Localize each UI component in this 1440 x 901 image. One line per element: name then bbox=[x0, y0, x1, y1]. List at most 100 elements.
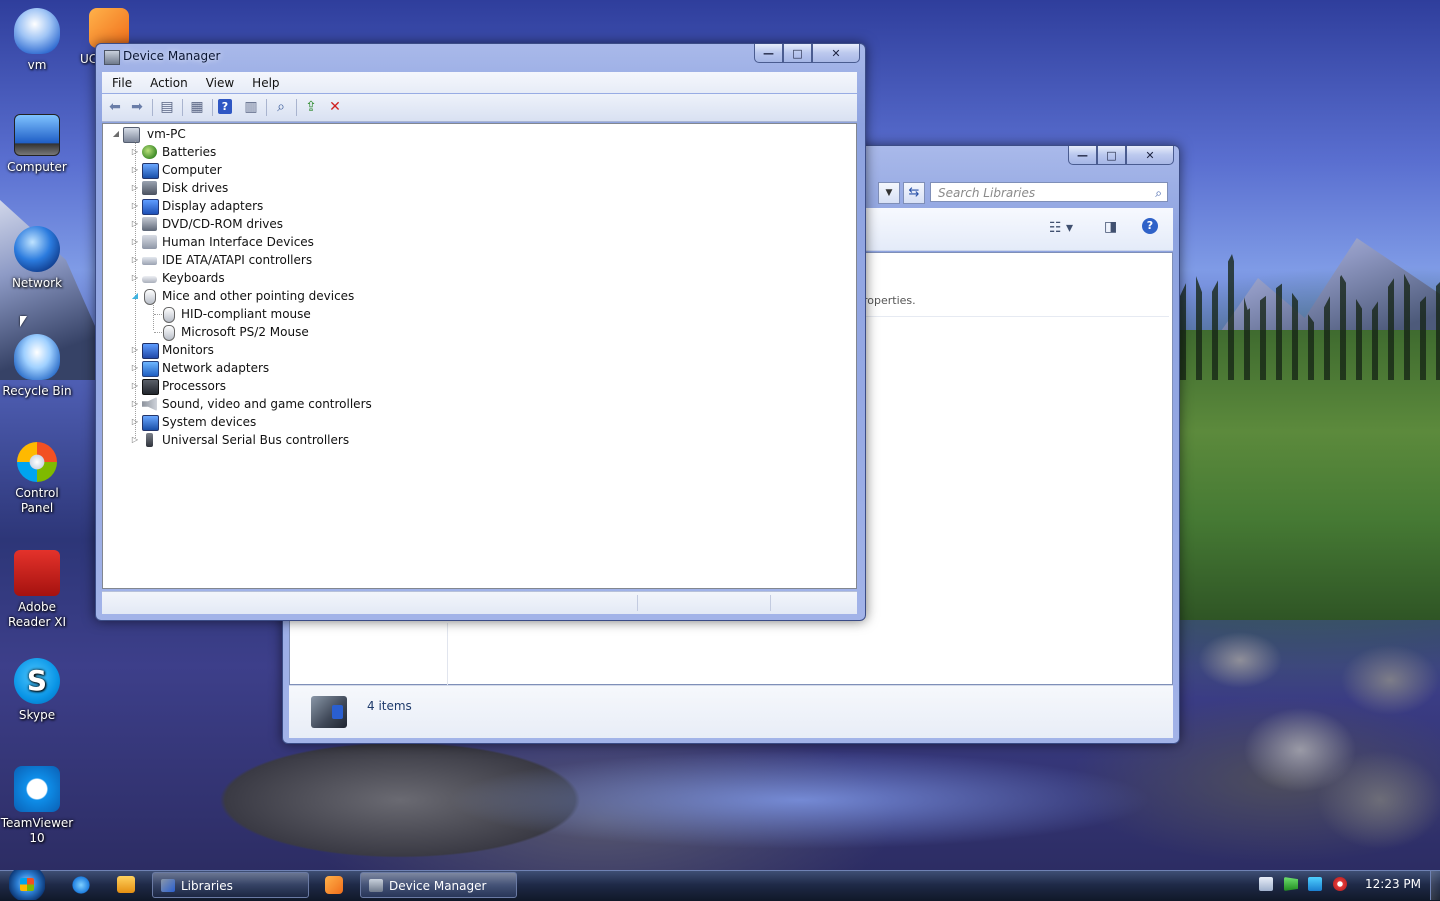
computer-icon bbox=[123, 127, 140, 143]
system-device-icon bbox=[142, 415, 159, 431]
expand-icon[interactable]: ▷ bbox=[130, 251, 140, 269]
device-tree[interactable]: ◢ vm-PC ▷ Batteries ▷ Computer ▷ Disk dr… bbox=[102, 123, 857, 589]
tree-item-label: Network adapters bbox=[162, 361, 270, 375]
desktop-icon-adobe-reader[interactable]: Adobe Reader XI bbox=[0, 550, 74, 630]
desktop-icon-vm[interactable]: vm bbox=[0, 8, 74, 73]
tray-app-icon[interactable] bbox=[1259, 877, 1273, 891]
clock[interactable]: 12:23 PM bbox=[1365, 877, 1421, 891]
expand-icon[interactable]: ▷ bbox=[130, 359, 140, 377]
libraries-icon bbox=[311, 696, 347, 728]
desktop-icon-recycle-bin[interactable]: Recycle Bin bbox=[0, 334, 74, 399]
menu-action[interactable]: Action bbox=[140, 76, 196, 90]
tree-root-label: vm-PC bbox=[147, 127, 186, 141]
tree-item-label: Sound, video and game controllers bbox=[162, 397, 372, 411]
internet-explorer-icon[interactable] bbox=[70, 875, 92, 895]
device-manager-window[interactable]: Device Manager — □ ✕ File Action View He… bbox=[95, 43, 866, 621]
action-center-flag-icon[interactable] bbox=[1284, 877, 1298, 891]
preview-pane-icon[interactable]: ◨ bbox=[1104, 219, 1117, 235]
tree-item-label: Keyboards bbox=[162, 271, 225, 285]
speaker-icon[interactable] bbox=[1333, 877, 1347, 891]
expand-icon[interactable]: ▷ bbox=[130, 377, 140, 395]
forward-icon[interactable]: ➡ bbox=[128, 99, 146, 116]
expand-icon[interactable]: ▷ bbox=[130, 179, 140, 197]
show-desktop-button[interactable] bbox=[1430, 871, 1440, 900]
collapse-icon[interactable]: ◢ bbox=[130, 287, 140, 305]
expand-icon[interactable]: ▷ bbox=[130, 143, 140, 161]
wallpaper-river bbox=[300, 740, 1180, 870]
update-driver-icon[interactable]: ⇪ bbox=[302, 99, 320, 116]
expand-icon[interactable]: ▷ bbox=[130, 341, 140, 359]
network-adapter-icon bbox=[142, 361, 159, 377]
desktop-icon-skype[interactable]: S Skype bbox=[0, 658, 74, 723]
toolbar-separator bbox=[296, 99, 297, 116]
menu-file[interactable]: File bbox=[102, 76, 140, 90]
tree-item-label: HID-compliant mouse bbox=[181, 307, 311, 321]
taskbar-button-libraries[interactable]: Libraries bbox=[152, 872, 309, 898]
minimize-button[interactable]: — bbox=[754, 44, 783, 63]
desktop-icon-control-panel[interactable]: Control Panel bbox=[0, 442, 74, 516]
toolbar-separator bbox=[182, 99, 183, 116]
tree-item-label: Processors bbox=[162, 379, 227, 393]
display-icon[interactable] bbox=[1308, 877, 1322, 891]
help-icon[interactable]: ? bbox=[1142, 218, 1158, 234]
battery-icon bbox=[142, 145, 157, 159]
expand-icon[interactable]: ▷ bbox=[130, 269, 140, 287]
mouse-icon bbox=[163, 307, 175, 323]
uninstall-icon[interactable]: ✕ bbox=[326, 99, 344, 116]
media-player-icon[interactable] bbox=[117, 876, 135, 893]
address-dropdown-button[interactable]: ▼ bbox=[878, 182, 900, 204]
menu-view[interactable]: View bbox=[196, 76, 242, 90]
wallpaper-rocks bbox=[1180, 600, 1440, 870]
desktop-icon-label: Network bbox=[11, 276, 63, 290]
change-view-icon[interactable]: ☷ ▾ bbox=[1049, 220, 1073, 236]
tree-item-label: System devices bbox=[162, 415, 257, 429]
collapse-icon[interactable]: ◢ bbox=[111, 125, 121, 143]
disk-drive-icon bbox=[142, 181, 157, 195]
maximize-button[interactable]: □ bbox=[783, 44, 812, 63]
mouse-icon bbox=[163, 325, 175, 341]
tree-item-label: Human Interface Devices bbox=[162, 235, 314, 249]
help-icon[interactable]: ? bbox=[218, 99, 232, 114]
properties-icon[interactable]: ▦ bbox=[188, 99, 206, 116]
adobe-reader-icon bbox=[14, 550, 60, 596]
action-pane-icon[interactable]: ▥ bbox=[242, 99, 260, 116]
control-panel-icon bbox=[17, 442, 57, 482]
expand-icon[interactable]: ▷ bbox=[130, 161, 140, 179]
menu-bar: File Action View Help bbox=[102, 72, 857, 93]
toolbar-separator bbox=[266, 99, 267, 116]
computer-icon bbox=[14, 114, 60, 156]
taskbar-button-device-manager[interactable]: Device Manager bbox=[360, 872, 517, 898]
desktop-icon-teamviewer[interactable]: TeamViewer 10 bbox=[0, 766, 74, 846]
show-hide-tree-icon[interactable]: ▤ bbox=[158, 99, 176, 116]
hid-icon bbox=[142, 235, 157, 249]
expand-icon[interactable]: ▷ bbox=[130, 197, 140, 215]
start-button[interactable] bbox=[9, 870, 45, 900]
desktop-icon-network[interactable]: Network bbox=[0, 226, 74, 291]
device-manager-icon bbox=[104, 50, 120, 65]
expand-icon[interactable]: ▷ bbox=[130, 233, 140, 251]
close-button[interactable]: ✕ bbox=[812, 44, 860, 63]
expand-icon[interactable]: ▷ bbox=[130, 215, 140, 233]
scan-hardware-icon[interactable]: ⌕ bbox=[272, 99, 290, 116]
mouse-icon bbox=[144, 289, 156, 305]
expand-icon[interactable]: ▷ bbox=[130, 395, 140, 413]
desktop-icon-computer[interactable]: Computer bbox=[0, 114, 74, 175]
navigation-pane-divider[interactable] bbox=[447, 623, 448, 685]
uc-browser-icon[interactable] bbox=[325, 876, 343, 894]
tree-item-label: Monitors bbox=[162, 343, 214, 357]
maximize-button[interactable]: □ bbox=[1097, 146, 1126, 165]
search-icon[interactable]: ⌕ bbox=[1155, 183, 1162, 203]
refresh-button[interactable]: ⇆ bbox=[903, 182, 925, 204]
sound-icon bbox=[142, 397, 157, 411]
expand-icon[interactable]: ▷ bbox=[130, 431, 140, 449]
expand-icon[interactable]: ▷ bbox=[130, 413, 140, 431]
close-button[interactable]: ✕ bbox=[1126, 146, 1174, 165]
minimize-button[interactable]: — bbox=[1068, 146, 1097, 165]
search-input[interactable]: Search Libraries ⌕ bbox=[930, 182, 1168, 202]
wallpaper-trees bbox=[1180, 254, 1440, 380]
back-icon[interactable]: ⬅ bbox=[106, 99, 124, 116]
tree-item-label: DVD/CD-ROM drives bbox=[162, 217, 284, 231]
tree-item-label: Universal Serial Bus controllers bbox=[162, 433, 350, 447]
menu-help[interactable]: Help bbox=[242, 76, 287, 90]
desktop-icon-label: Recycle Bin bbox=[2, 384, 72, 398]
